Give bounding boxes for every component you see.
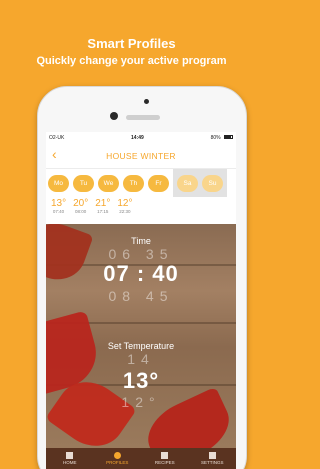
slot-time: 17:15 — [97, 209, 109, 214]
settings-panel: Time 06 35 07 : 40 08 45 Set Temperature… — [46, 224, 236, 448]
slot-temp: 13° — [51, 198, 67, 209]
app-screen: O2-UK 14:49 80% ‹ HOUSE WINTER Mo Tu We … — [46, 132, 236, 469]
day-sa[interactable]: Sa — [177, 174, 198, 192]
slot-temp: 12° — [117, 198, 133, 209]
schedule-slot[interactable]: 12° 22:30 — [117, 199, 132, 215]
speaker-grille — [126, 115, 160, 120]
slot-time: 08:00 — [75, 209, 87, 214]
schedule-slot[interactable]: 21° 17:15 — [95, 199, 110, 215]
tab-label: PROFILES — [106, 460, 129, 465]
promo-subtitle: Quickly change your active program — [36, 55, 227, 67]
battery-group: 80% — [211, 135, 233, 141]
weekend-group: Sa Su — [173, 169, 227, 197]
home-icon — [66, 452, 74, 459]
temp-picker-next: 12° — [121, 394, 161, 410]
tab-label: SETTINGS — [200, 460, 224, 465]
slot-temp: 20° — [73, 198, 89, 209]
status-time: 14:49 — [131, 134, 144, 141]
day-fr[interactable]: Fr — [148, 174, 169, 192]
schedule-slots: 13° 07:40 20° 08:00 21° 17:15 12° 22:30 — [46, 197, 236, 222]
time-picker[interactable]: 07 : 40 — [46, 261, 236, 287]
camera-dot — [110, 112, 118, 120]
tab-home[interactable]: HOME — [46, 448, 94, 469]
day-mo[interactable]: Mo — [48, 174, 69, 192]
set-temperature-label: Set Temperature — [107, 341, 175, 351]
day-th[interactable]: Th — [123, 174, 144, 192]
clock-icon — [113, 452, 121, 459]
tab-settings[interactable]: SETTINGS — [189, 448, 237, 469]
day-we[interactable]: We — [98, 174, 119, 192]
list-icon — [161, 452, 169, 459]
nav-bar: ‹ HOUSE WINTER — [46, 143, 236, 169]
gear-icon — [208, 452, 216, 459]
tab-label: RECIPES — [154, 460, 175, 465]
promo-title: Smart Profiles — [87, 36, 176, 51]
day-selector: Mo Tu We Th Fr Sa Su — [46, 169, 236, 197]
tab-label: HOME — [63, 460, 77, 465]
day-tu[interactable]: Tu — [73, 174, 94, 192]
tab-profiles[interactable]: PROFILES — [94, 448, 142, 469]
time-picker-prev: 06 35 — [108, 246, 174, 262]
status-bar: O2-UK 14:49 80% — [46, 132, 236, 143]
carrier-label: O2-UK — [49, 134, 65, 141]
tab-bar: HOME PROFILES RECIPES SETTINGS — [46, 448, 236, 469]
slot-temp: 21° — [95, 198, 111, 209]
temperature-picker[interactable]: 13° — [46, 368, 236, 394]
slot-time: 07:40 — [52, 209, 65, 214]
time-picker-next: 08 45 — [108, 288, 174, 304]
schedule-slot[interactable]: 13° 07:40 — [51, 199, 66, 215]
temp-picker-prev: 14 — [127, 351, 155, 367]
promo-header: Smart Profiles Quickly change your activ… — [0, 36, 263, 68]
tab-recipes[interactable]: RECIPES — [141, 448, 189, 469]
slot-time: 22:30 — [119, 209, 131, 214]
schedule-slot[interactable]: 20° 08:00 — [73, 199, 88, 215]
profile-title: HOUSE WINTER — [106, 151, 176, 161]
day-su[interactable]: Su — [202, 174, 223, 192]
battery-percent: 80% — [210, 134, 221, 141]
battery-icon — [223, 135, 233, 140]
sensor-dot — [144, 99, 149, 104]
time-label: Time — [131, 236, 151, 246]
